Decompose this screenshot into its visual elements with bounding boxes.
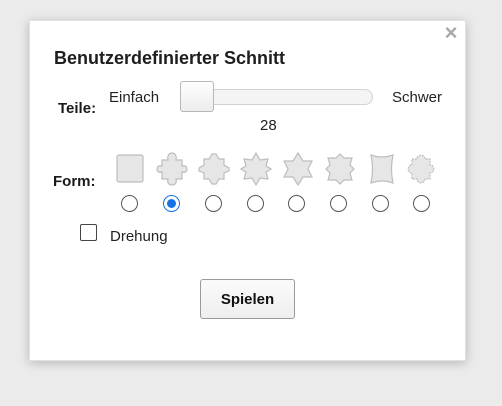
dialog-title: Benutzerdefinierter Schnitt [54, 48, 286, 68]
pieces-count-value: 28 [260, 117, 277, 134]
hexagram-piece-icon [282, 152, 314, 186]
shape-label: Form: [53, 173, 96, 190]
shape-radio-notched[interactable] [330, 195, 347, 212]
shape-radio-hexagram[interactable] [288, 195, 305, 212]
slider-min-label: Einfach [109, 89, 160, 106]
pieces-label: Teile: [58, 100, 97, 117]
star-piece-icon [240, 152, 272, 186]
rotation-checkbox[interactable] [80, 224, 97, 241]
rotation-label: Drehung [110, 228, 168, 245]
shape-radio-jigsaw-variant[interactable] [205, 195, 222, 212]
curved-piece-icon [366, 152, 398, 186]
close-icon[interactable]: × [442, 22, 460, 44]
notched-piece-icon [324, 152, 356, 186]
shape-radio-jigsaw[interactable] [163, 195, 180, 212]
jigsaw-piece-icon [156, 152, 188, 186]
shape-radio-square[interactable] [121, 195, 138, 212]
square-piece-icon [114, 152, 146, 186]
slider-max-label: Schwer [392, 89, 443, 106]
shape-radio-curved[interactable] [372, 195, 389, 212]
shape-radio-star[interactable] [247, 195, 264, 212]
jigsaw-piece-variant-icon [198, 152, 230, 186]
custom-cut-dialog: × Benutzerdefinierter Schnitt Teile: Ein… [29, 20, 466, 361]
pieces-slider-thumb[interactable] [180, 81, 214, 112]
shape-radio-round-tabbed[interactable] [413, 195, 430, 212]
round-tabbed-piece-icon [405, 152, 437, 186]
play-button[interactable]: Spielen [200, 279, 295, 319]
